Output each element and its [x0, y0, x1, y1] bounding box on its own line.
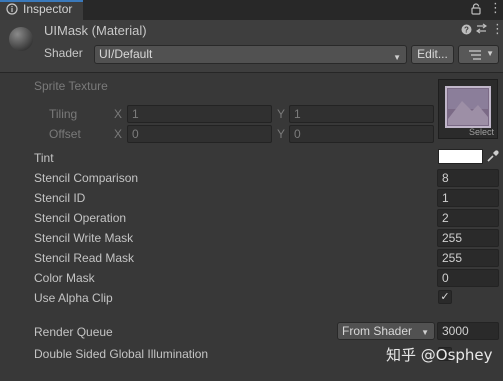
- use-alpha-clip-label: Use Alpha Clip: [34, 291, 113, 305]
- stencil-comparison-label: Stencil Comparison: [34, 171, 139, 185]
- stencil-comparison-field[interactable]: 8: [437, 169, 499, 187]
- tiling-y-field[interactable]: 1: [289, 105, 434, 123]
- use-alpha-clip-checkbox[interactable]: ✓: [438, 290, 452, 304]
- render-queue-field[interactable]: 3000: [437, 322, 499, 340]
- stencil-read-mask-field[interactable]: 255: [437, 249, 499, 267]
- render-queue-label: Render Queue: [34, 325, 113, 339]
- lock-icon[interactable]: [471, 3, 481, 15]
- render-queue-mode: From Shader: [342, 324, 413, 338]
- help-icon[interactable]: ?: [461, 24, 472, 38]
- shader-value: UI/Default: [99, 47, 153, 61]
- chevron-down-icon: ▼: [393, 53, 401, 62]
- offset-y-label: Y: [277, 127, 286, 141]
- double-sided-gi-label: Double Sided Global Illumination: [34, 347, 209, 361]
- watermark: 知乎 @Osphey: [386, 346, 493, 364]
- tint-label: Tint: [34, 151, 54, 165]
- shader-label: Shader: [44, 46, 83, 60]
- list-icon: [469, 50, 481, 60]
- chevron-down-icon: ▼: [486, 49, 494, 58]
- context-menu-icon[interactable]: ⋮: [491, 21, 503, 37]
- edit-shader-button[interactable]: Edit...: [411, 45, 454, 64]
- material-title: UIMask (Material): [44, 23, 147, 38]
- chevron-down-icon: ▼: [421, 328, 429, 337]
- tab-label: Inspector: [23, 2, 73, 16]
- info-icon: [6, 3, 18, 15]
- tab-menu-icon[interactable]: ⋮: [489, 1, 502, 14]
- offset-label: Offset: [49, 127, 81, 141]
- tint-color-swatch[interactable]: [438, 149, 483, 164]
- tiling-label: Tiling: [49, 107, 78, 121]
- sprite-texture-label: Sprite Texture: [34, 79, 108, 93]
- tiling-x-field[interactable]: 1: [127, 105, 272, 123]
- render-queue-mode-dropdown[interactable]: From Shader ▼: [337, 322, 435, 340]
- stencil-id-field[interactable]: 1: [437, 189, 499, 207]
- preset-icon[interactable]: [475, 23, 488, 37]
- shader-list-button[interactable]: ▼: [458, 45, 499, 64]
- eyedropper-icon[interactable]: [486, 150, 499, 163]
- texture-thumbnail[interactable]: Select: [438, 79, 498, 139]
- offset-y-field[interactable]: 0: [289, 125, 434, 143]
- material-sphere-icon: [9, 27, 33, 51]
- stencil-write-mask-field[interactable]: 255: [437, 229, 499, 247]
- offset-x-field[interactable]: 0: [127, 125, 272, 143]
- tiling-y-label: Y: [277, 107, 286, 121]
- color-mask-label: Color Mask: [34, 271, 95, 285]
- tiling-x-label: X: [114, 107, 123, 121]
- stencil-operation-label: Stencil Operation: [34, 211, 127, 225]
- stencil-id-label: Stencil ID: [34, 191, 86, 205]
- select-label: Select: [468, 127, 494, 137]
- stencil-read-mask-label: Stencil Read Mask: [34, 251, 135, 265]
- offset-x-label: X: [114, 127, 123, 141]
- shader-dropdown[interactable]: UI/Default ▼: [94, 45, 407, 64]
- image-icon: [445, 86, 491, 128]
- color-mask-field[interactable]: 0: [437, 269, 499, 287]
- stencil-operation-field[interactable]: 2: [437, 209, 499, 227]
- svg-text:?: ?: [464, 26, 469, 35]
- stencil-write-mask-label: Stencil Write Mask: [34, 231, 134, 245]
